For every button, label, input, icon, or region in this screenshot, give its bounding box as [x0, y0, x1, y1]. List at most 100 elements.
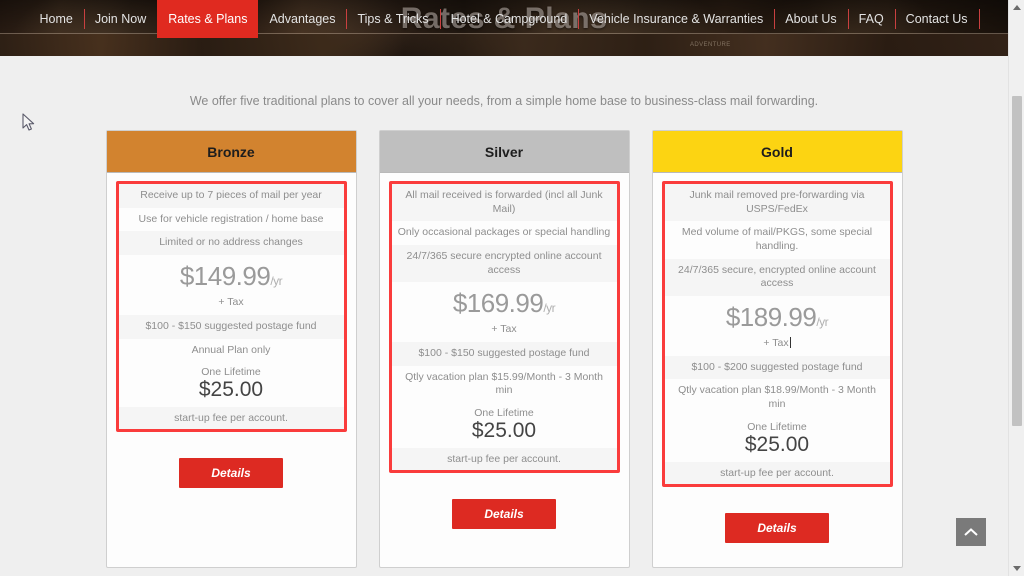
nav-item-contact-us[interactable]: Contact Us [894, 0, 979, 38]
scroll-down-arrow-icon [1013, 566, 1021, 571]
plan-price-value: $149.99 [179, 260, 271, 291]
plan-tax-note: + Tax [665, 335, 890, 356]
page-scrollbar[interactable] [1008, 0, 1024, 576]
plan-cards-row: Bronze Receive up to 7 pieces of mail per… [0, 130, 1008, 568]
plan-price-block: $149.99/yr [119, 255, 344, 294]
nav-item-label: Vehicle Insurance & Warranties [589, 12, 764, 26]
plan-card-footer: Details [389, 473, 620, 553]
plan-vacation-note: Annual Plan only [191, 343, 271, 356]
plan-startup-fee-note: start-up fee per account. [391, 448, 617, 471]
plan-card-header: Silver [379, 131, 629, 173]
plan-highlight-box: Receive up to 7 pieces of mail per year U… [115, 181, 347, 433]
plan-price-period: /yr [816, 314, 829, 329]
plan-feature: Limited or no address changes [118, 231, 344, 255]
plan-postage-fund: $100 - $150 suggested postage fund [391, 342, 617, 366]
plan-details-button[interactable]: Details [725, 512, 829, 543]
plan-lifetime-label: One Lifetime [747, 420, 807, 433]
plan-price-value: $169.99 [452, 288, 544, 319]
plan-card-header: Gold [652, 131, 902, 173]
plan-card-body: Junk mail removed pre-forwarding via USP… [653, 173, 902, 567]
plan-price-block: $169.99/yr [392, 282, 617, 321]
nav-item-hotel-campground[interactable]: Hotel & Campground [439, 0, 579, 38]
nav-item-advantages[interactable]: Advantages [258, 0, 346, 38]
scrollbar-thumb[interactable] [1012, 96, 1022, 426]
intro-text: We offer five traditional plans to cover… [189, 94, 819, 108]
plan-feature: 24/7/365 secure, encrypted online accoun… [664, 258, 890, 296]
nav-item-label: Join Now [94, 12, 147, 26]
plan-tax-label: + Tax [491, 323, 517, 336]
plan-price-value: $189.99 [725, 301, 817, 332]
plan-vacation-note: Qtly vacation plan $18.99/Month - 3 Mont… [678, 384, 876, 411]
plan-card-footer: Details [662, 487, 893, 567]
nav-item-label: Contact Us [905, 12, 968, 26]
plan-name: Bronze [207, 143, 255, 160]
chevron-up-icon [964, 528, 978, 536]
scroll-down-arrow[interactable] [1009, 560, 1024, 576]
plan-details-button[interactable]: Details [179, 458, 283, 489]
plan-tax-label: + Tax [763, 336, 789, 349]
plan-lifetime-price: $25.00 [198, 378, 264, 402]
plan-price-period: /yr [270, 273, 283, 288]
plan-lifetime-label: One Lifetime [474, 407, 534, 420]
plan-feature: Junk mail removed pre-forwarding via USP… [664, 184, 890, 222]
plan-feature: Only occasional packages or special hand… [397, 226, 611, 239]
plan-feature: 24/7/365 secure encrypted online account… [391, 244, 617, 283]
nav-item-home[interactable]: Home [28, 0, 83, 38]
nav-item-label: About Us [785, 12, 837, 26]
plan-card-footer: Details [116, 432, 347, 512]
nav-item-about-us[interactable]: About Us [774, 0, 847, 38]
plan-price-period: /yr [543, 301, 556, 316]
plan-price-block: $189.99/yr [665, 296, 890, 335]
plan-name: Silver [484, 143, 524, 160]
nav-item-label: Rates & Plans [168, 12, 248, 26]
plan-card-header: Bronze [106, 131, 356, 173]
banner-watermark: ADVENTURE [690, 42, 731, 48]
plan-lifetime-price: $25.00 [744, 432, 810, 456]
nav-item-tips-tricks[interactable]: Tips & Tricks [346, 0, 439, 38]
plan-postage-fund: $100 - $200 suggested postage fund [664, 355, 890, 380]
nav-items-container: Home Join Now Rates & Plans Advantages Tips … [28, 0, 980, 38]
plan-lifetime-price: $25.00 [471, 419, 537, 443]
plan-feature: Med volume of mail/PKGS, some special ha… [681, 226, 873, 252]
nav-item-label: Advantages [269, 12, 336, 26]
scroll-to-top-button[interactable] [956, 518, 986, 546]
plan-card-bronze: Bronze Receive up to 7 pieces of mail per… [105, 130, 357, 568]
plan-postage-fund: $100 - $150 suggested postage fund [118, 314, 344, 339]
plan-highlight-box: Junk mail removed pre-forwarding via USP… [661, 181, 893, 487]
nav-item-join-now[interactable]: Join Now [83, 0, 157, 38]
plan-card-body: Receive up to 7 pieces of mail per year U… [107, 173, 356, 567]
nav-item-label: FAQ [858, 12, 884, 26]
plan-price: $149.99/yr [119, 261, 344, 292]
plan-startup-fee-note: start-up fee per account. [664, 461, 890, 484]
plan-tax-note: + Tax [392, 321, 617, 342]
plan-tax-note: + Tax [119, 294, 344, 315]
plan-feature: All mail received is forwarded (incl all… [391, 184, 617, 222]
plan-feature: Receive up to 7 pieces of mail per year [118, 184, 344, 208]
plan-highlight-box: All mail received is forwarded (incl all… [388, 181, 620, 474]
plan-startup-fee-note: start-up fee per account. [118, 407, 344, 430]
plan-tax-label: + Tax [218, 295, 244, 308]
main-navigation: Home Join Now Rates & Plans Advantages Tips … [0, 0, 1008, 38]
scroll-up-arrow-icon [1013, 5, 1021, 10]
page-root: Rates & Plans ADVENTURE Home Join Now Rate… [0, 0, 1024, 576]
plan-card-body: All mail received is forwarded (incl all… [380, 173, 629, 567]
plan-vacation-note: Qtly vacation plan $15.99/Month - 3 Mont… [405, 370, 603, 397]
text-caret [789, 336, 791, 348]
plan-name: Gold [761, 143, 793, 160]
nav-item-faq[interactable]: FAQ [847, 0, 895, 38]
nav-item-rates-plans[interactable]: Rates & Plans [157, 0, 259, 38]
plan-lifetime-label: One Lifetime [201, 366, 261, 379]
page-content: We offer five traditional plans to cover… [0, 56, 1008, 576]
plan-feature: Use for vehicle registration / home base [138, 212, 324, 225]
nav-item-label: Hotel & Campground [450, 12, 568, 26]
plan-price: $169.99/yr [392, 288, 617, 319]
nav-item-label: Tips & Tricks [357, 12, 429, 26]
plan-price: $189.99/yr [665, 302, 890, 333]
plan-card-gold: Gold Junk mail removed pre-forwarding via… [651, 130, 903, 568]
plan-card-silver: Silver All mail received is forwarded (in… [378, 130, 630, 568]
nav-item-label: Home [39, 12, 73, 26]
nav-item-vehicle-insurance-warranties[interactable]: Vehicle Insurance & Warranties [578, 0, 774, 38]
plan-details-button[interactable]: Details [452, 499, 556, 530]
nav-end-separator [978, 9, 980, 29]
scroll-up-arrow[interactable] [1009, 0, 1024, 16]
